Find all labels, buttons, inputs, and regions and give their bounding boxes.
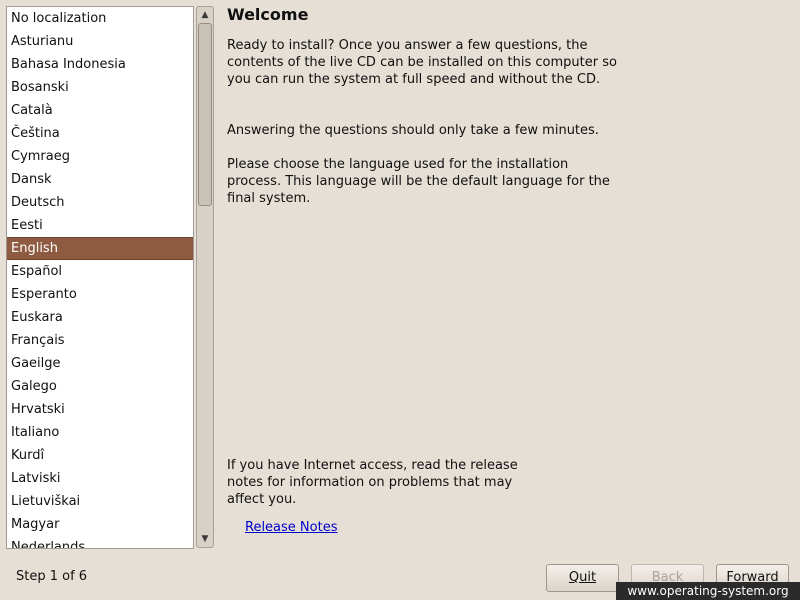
quit-button-label: Quit	[568, 570, 597, 585]
step-indicator: Step 1 of 6	[16, 569, 88, 584]
language-item[interactable]: Asturianu	[7, 30, 193, 53]
language-item[interactable]: Čeština	[7, 122, 193, 145]
language-item[interactable]: Euskara	[7, 306, 193, 329]
language-item[interactable]: Esperanto	[7, 283, 193, 306]
language-item[interactable]: Lietuviškai	[7, 490, 193, 513]
language-item[interactable]: Bahasa Indonesia	[7, 53, 193, 76]
scroll-thumb[interactable]	[198, 23, 212, 206]
language-item[interactable]: Deutsch	[7, 191, 193, 214]
language-item[interactable]: Cymraeg	[7, 145, 193, 168]
internet-text: If you have Internet access, read the re…	[227, 458, 518, 507]
minutes-text: Answering the questions should only take…	[227, 123, 599, 138]
language-item[interactable]: Latviski	[7, 467, 193, 490]
language-item[interactable]: No localization	[7, 7, 193, 30]
quit-button[interactable]: Quit	[546, 564, 619, 592]
language-item[interactable]: English	[7, 237, 193, 260]
language-item[interactable]: Dansk	[7, 168, 193, 191]
release-notes-link[interactable]: Release Notes	[245, 520, 337, 535]
watermark: www.operating-system.org	[616, 582, 800, 600]
page-title: Welcome	[227, 5, 309, 24]
language-item[interactable]: Magyar	[7, 513, 193, 536]
choose-language-text: Please choose the language used for the …	[227, 157, 610, 206]
language-item[interactable]: Hrvatski	[7, 398, 193, 421]
language-item[interactable]: Eesti	[7, 214, 193, 237]
language-item[interactable]: Italiano	[7, 421, 193, 444]
language-item[interactable]: Bosanski	[7, 76, 193, 99]
scroll-up-arrow-icon[interactable]: ▲	[197, 7, 213, 23]
language-list[interactable]: No localization Asturianu Bahasa Indonesia…	[6, 6, 194, 549]
language-item[interactable]: Galego	[7, 375, 193, 398]
language-item[interactable]: Kurdî	[7, 444, 193, 467]
language-item[interactable]: Català	[7, 99, 193, 122]
language-item[interactable]: Français	[7, 329, 193, 352]
language-item[interactable]: Español	[7, 260, 193, 283]
intro-text: Ready to install? Once you answer a few …	[227, 38, 617, 87]
language-item[interactable]: Gaeilge	[7, 352, 193, 375]
language-list-scrollbar[interactable]: ▲ ▼	[196, 6, 214, 548]
language-item[interactable]: Nederlands	[7, 536, 193, 548]
scroll-down-arrow-icon[interactable]: ▼	[197, 531, 213, 547]
